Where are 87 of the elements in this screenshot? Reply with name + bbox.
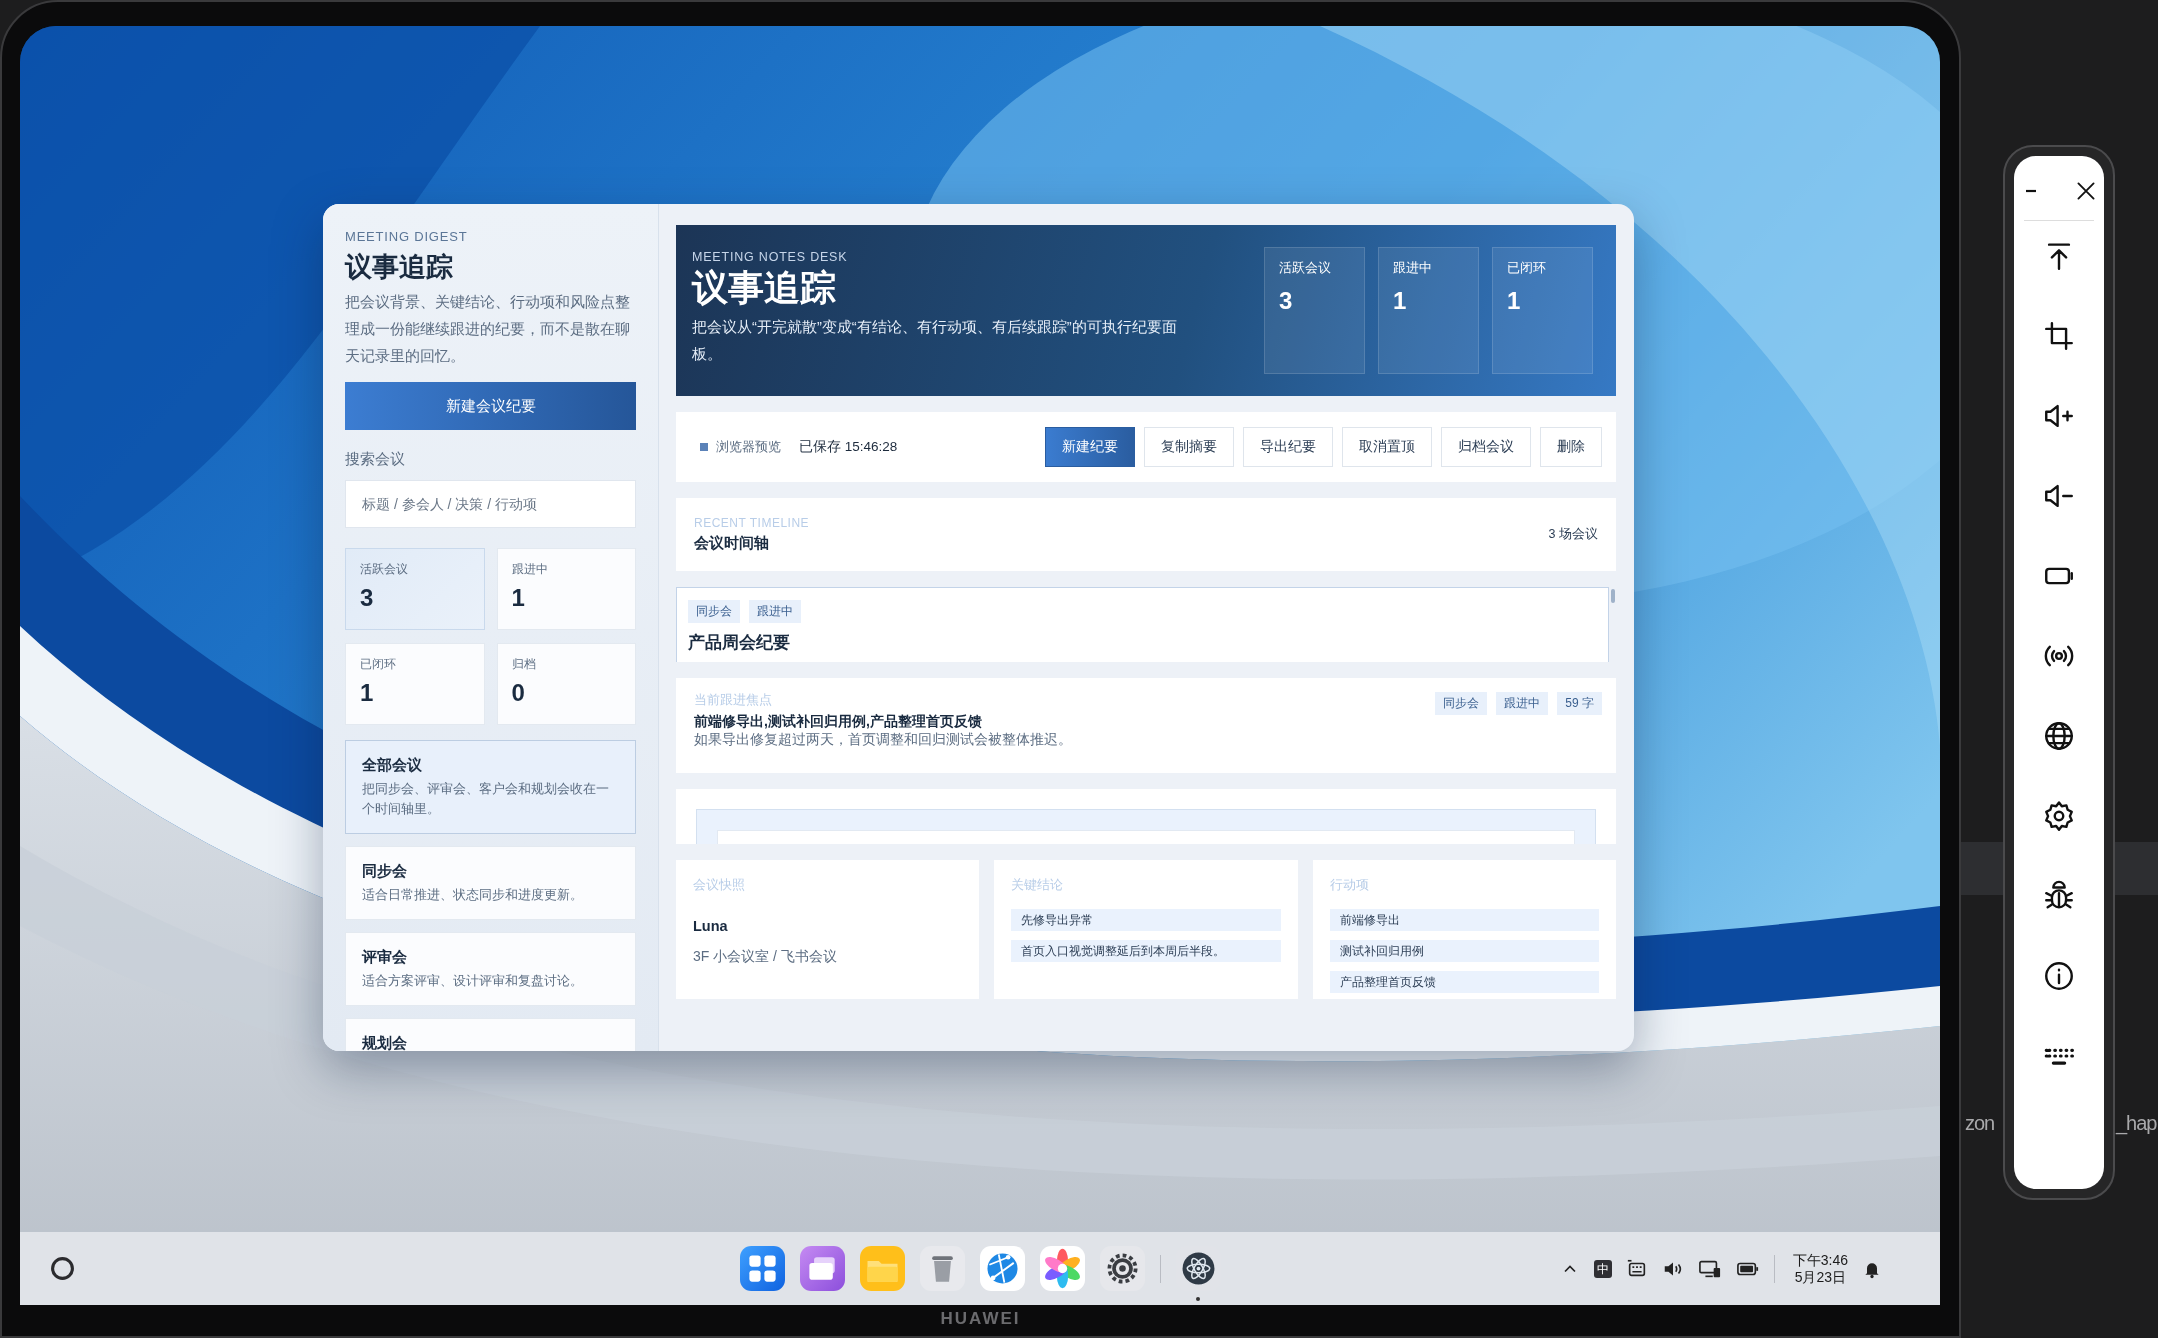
stat-label: 归档 — [511, 656, 537, 673]
input-method-indicator[interactable]: 中 — [1593, 1259, 1612, 1278]
search-field[interactable]: 标题 / 参会人 / 决策 / 行动项 — [345, 480, 636, 528]
stat-card[interactable]: 归档 0 — [496, 643, 636, 725]
info-icon[interactable] — [2042, 959, 2076, 993]
sidebar-title: 议事追踪 — [345, 251, 454, 284]
category-description: 适合日常推进、状态同步和进度更新。 — [362, 887, 584, 904]
section-title: 会议时间轴 — [694, 534, 770, 553]
list-item: 测试补回归用例 — [1329, 940, 1599, 962]
category-item[interactable]: 全部会议 把同步会、评审会、客户会和规划会收在一个时间轴里。 — [345, 740, 636, 834]
settings-icon[interactable] — [2042, 799, 2076, 833]
eyebrow-text: RECENT TIMELINE — [694, 516, 810, 530]
list-item: 前端修导出 — [1329, 909, 1599, 931]
background-text: _hap — [2116, 1112, 2157, 1135]
saved-time: 已保存 15:46:28 — [799, 438, 898, 456]
tag: 同步会 — [1435, 692, 1488, 715]
category-title: 全部会议 — [362, 756, 423, 775]
stat-card[interactable]: 活跃会议 3 — [345, 548, 485, 630]
category-title: 规划会 — [362, 1034, 408, 1051]
clock-date: 5月23日 — [1794, 1268, 1847, 1286]
toolbar-button[interactable]: 新建纪要 — [1045, 427, 1135, 467]
host-name: Luna — [693, 918, 729, 934]
hero-description: 把会议从“开完就散”变成“有结论、有行动项、有后续跟踪”的可执行纪要面板。 — [692, 318, 1177, 364]
panel-title: 会议快照 — [693, 877, 746, 894]
toolbar-button[interactable]: 归档会议 — [1441, 427, 1531, 467]
focus-description: 如果导出修复超过两天，首页调整和回归测试会被整体推迟。 — [694, 731, 1072, 748]
gear-icon[interactable] — [1099, 1246, 1145, 1291]
stat-label: 活跃会议 — [360, 561, 409, 578]
scrollbar[interactable] — [1611, 589, 1615, 603]
background-text: zon — [1965, 1112, 1995, 1135]
tag: 同步会 — [688, 600, 740, 623]
tag: 跟进中 — [1496, 692, 1549, 715]
category-item[interactable]: 同步会 适合日常推进、状态同步和进度更新。 — [345, 846, 636, 920]
brand-label: HUAWEI — [940, 1309, 1021, 1328]
grid-icon[interactable] — [739, 1246, 785, 1291]
list-item: 首页入口视觉调整延后到本周后半段。 — [1011, 940, 1281, 962]
stat-card[interactable]: 已闭环 1 — [345, 643, 485, 725]
sidebar-description: 把会议背景、关键结论、行动项和风险点整理成一份能继续跟进的纪要，而不是散在聊天记录里的回忆。 — [345, 293, 631, 366]
list-item: 先修导出异常 — [1011, 909, 1281, 931]
list-item: 产品整理首页反馈 — [1329, 971, 1599, 993]
tag: 跟进中 — [749, 600, 801, 623]
tag: 59 字 — [1557, 692, 1602, 715]
stat-value: 1 — [360, 679, 375, 707]
toolbar-button[interactable]: 导出纪要 — [1243, 427, 1333, 467]
stat-value: 1 — [1507, 287, 1522, 315]
meeting-count: 3 场会议 — [1548, 526, 1598, 543]
new-meeting-button[interactable]: 新建会议纪要 — [345, 382, 636, 430]
stat-label: 已闭环 — [360, 656, 397, 673]
stat-value: 3 — [360, 584, 375, 612]
toolbar-button[interactable]: 删除 — [1540, 427, 1602, 467]
stat-value: 3 — [1279, 287, 1294, 315]
home-circle-icon[interactable] — [50, 1256, 75, 1281]
stat-label: 跟进中 — [511, 561, 549, 578]
stat-label: 跟进中 — [1393, 260, 1433, 277]
hero-title: 议事追踪 — [692, 266, 837, 310]
meeting-card[interactable]: 同步会 跟进中 产品周会纪要 — [676, 587, 1609, 662]
category-description: 把同步会、评审会、客户会和规划会收在一个时间轴里。 — [362, 781, 610, 818]
meeting-title: 产品周会纪要 — [688, 632, 791, 654]
stat-card[interactable]: 跟进中 1 — [496, 548, 636, 630]
focus-title: 前端修导出,测试补回归用例,产品整理首页反馈 — [694, 712, 983, 731]
eyebrow-text: MEETING DIGEST — [345, 229, 469, 244]
stat-label: 已闭环 — [1507, 260, 1547, 277]
category-item[interactable]: 评审会 适合方案评审、设计评审和复盘讨论。 — [345, 932, 636, 1006]
status-icon — [700, 443, 708, 451]
category-title: 同步会 — [362, 862, 408, 881]
category-title: 评审会 — [362, 948, 408, 967]
trash-icon[interactable] — [919, 1246, 965, 1291]
focus-label: 当前跟进焦点 — [694, 692, 773, 709]
toolbar-button[interactable]: 取消置顶 — [1342, 427, 1432, 467]
stat-value: 0 — [511, 679, 526, 707]
globe-icon[interactable] — [2042, 719, 2076, 753]
windows-icon[interactable] — [799, 1246, 845, 1291]
stat-value: 1 — [511, 584, 526, 612]
crop-icon[interactable] — [2042, 319, 2076, 353]
clock-time: 下午3:46 — [1792, 1251, 1848, 1269]
toolbar-button[interactable]: 复制摘要 — [1144, 427, 1234, 467]
category-item[interactable]: 规划会 — [345, 1018, 636, 1051]
flower-icon[interactable] — [1039, 1246, 1085, 1291]
stat-label: 活跃会议 — [1279, 260, 1332, 277]
location-text: 3F 小会议室 / 飞书会议 — [693, 948, 838, 966]
search-label: 搜索会议 — [345, 450, 406, 469]
status-text: 浏览器预览 — [716, 438, 781, 456]
eyebrow-text: MEETING NOTES DESK — [692, 250, 849, 264]
stat-value: 1 — [1393, 287, 1408, 315]
panel-title: 行动项 — [1329, 877, 1370, 894]
category-description: 适合方案评审、设计评审和复盘讨论。 — [362, 973, 584, 990]
panel-title: 关键结论 — [1011, 877, 1065, 894]
